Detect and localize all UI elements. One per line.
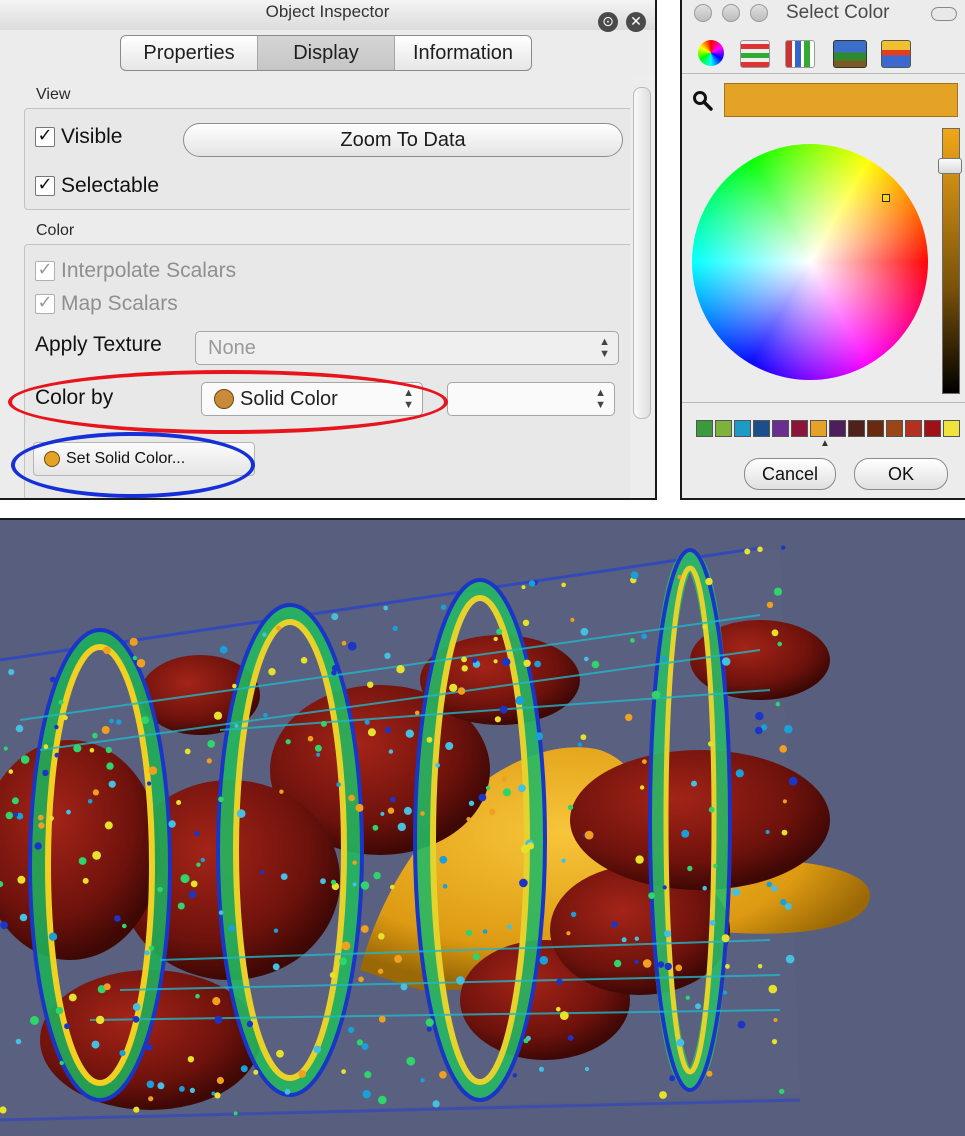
inspector-tabs: Properties Display Information [120,35,532,71]
checkbox-checked-icon: ✓ [35,294,55,314]
palette-swatch[interactable] [810,420,827,437]
apply-texture-label: Apply Texture [35,333,162,356]
palette-separator [682,402,965,403]
color-wheel-icon[interactable] [698,40,724,66]
interpolate-scalars-checkbox[interactable]: ✓ Interpolate Scalars [35,259,236,283]
palette-swatch[interactable] [772,420,789,437]
palette-swatch[interactable] [867,420,884,437]
visible-checkbox[interactable]: ✓ Visible [35,125,122,149]
scrollbar-thumb[interactable] [633,87,651,419]
set-solid-color-button[interactable]: Set Solid Color... [33,442,255,476]
close-window-icon[interactable] [694,4,712,22]
display-tab-content: View ✓ Visible Zoom To Data ✓ Selectable… [0,75,632,498]
checkbox-checked-icon: ✓ [35,176,55,196]
view-group-label: View [36,86,71,103]
selectable-checkbox[interactable]: ✓ Selectable [35,174,159,198]
visible-label: Visible [61,125,123,148]
inspector-title: Object Inspector [0,0,655,30]
palette-swatch[interactable] [715,420,732,437]
palette-swatch[interactable] [886,420,903,437]
interpolate-scalars-label: Interpolate Scalars [61,259,237,282]
palette-swatch[interactable] [696,420,713,437]
checkbox-checked-icon: ✓ [35,127,55,147]
toolbar-toggle-icon[interactable] [931,7,957,21]
palette-swatch[interactable] [943,420,960,437]
updown-arrows-icon: ▲ ▼ [403,387,414,411]
crayons-icon[interactable] [881,40,911,68]
map-scalars-checkbox[interactable]: ✓ Map Scalars [35,292,178,316]
palette-swatch[interactable] [905,420,922,437]
ok-button[interactable]: OK [854,458,948,490]
palettes-icon[interactable] [785,40,815,68]
zoom-window-icon[interactable] [750,4,768,22]
checkbox-checked-icon: ✓ [35,261,55,281]
orange-dot-icon [214,389,234,409]
color-group-label: Color [36,222,75,239]
float-window-icon[interactable]: ⊙ [598,12,618,32]
solid-color-swatch-icon [44,451,60,467]
close-icon[interactable]: ✕ [626,12,646,32]
color-by-value: Solid Color [240,388,338,410]
inspector-scrollbar[interactable] [630,75,654,498]
image-palette-icon[interactable] [833,40,867,68]
color-wheel-marker[interactable] [882,194,890,202]
swatch-caret-icon: ▲ [820,438,830,449]
color-by-label: Color by [35,386,114,409]
tab-information[interactable]: Information [395,36,531,70]
updown-arrows-icon: ▲ ▼ [599,336,610,360]
color-wheel[interactable] [692,144,928,380]
palette-swatch[interactable] [753,420,770,437]
color-swatch-palette[interactable] [696,420,962,440]
toolbar-separator [682,73,965,74]
palette-swatch[interactable] [924,420,941,437]
object-inspector-panel: Object Inspector ⊙ ✕ Properties Display … [0,0,657,500]
palette-swatch[interactable] [829,420,846,437]
select-color-title: Select Color [786,2,890,23]
color-by-select[interactable]: Solid Color ▲ ▼ [201,382,423,416]
palette-swatch[interactable] [734,420,751,437]
render-view[interactable] [0,518,965,1136]
set-solid-color-label: Set Solid Color... [66,450,186,467]
map-scalars-label: Map Scalars [61,292,178,315]
current-color-swatch[interactable] [724,83,958,117]
select-color-window: Select Color ▲ Cancel OK [680,0,965,500]
3d-scene-image [0,545,870,1122]
zoom-to-data-button[interactable]: Zoom To Data [183,123,623,157]
palette-swatch[interactable] [848,420,865,437]
updown-arrows-icon: ▲ ▼ [595,387,606,411]
tab-properties[interactable]: Properties [121,36,258,70]
brightness-slider-knob[interactable] [938,158,962,174]
sliders-icon[interactable] [740,40,770,68]
apply-texture-value: None [208,337,256,359]
selectable-label: Selectable [61,174,160,197]
cancel-button[interactable]: Cancel [744,458,836,490]
palette-swatch[interactable] [791,420,808,437]
tab-display[interactable]: Display [258,36,395,70]
apply-texture-select[interactable]: None ▲ ▼ [195,331,619,365]
color-component-select[interactable]: ▲ ▼ [447,382,615,416]
view-group-box: ✓ Visible Zoom To Data ✓ Selectable [24,108,632,210]
minimize-window-icon[interactable] [722,4,740,22]
search-icon [693,91,713,111]
